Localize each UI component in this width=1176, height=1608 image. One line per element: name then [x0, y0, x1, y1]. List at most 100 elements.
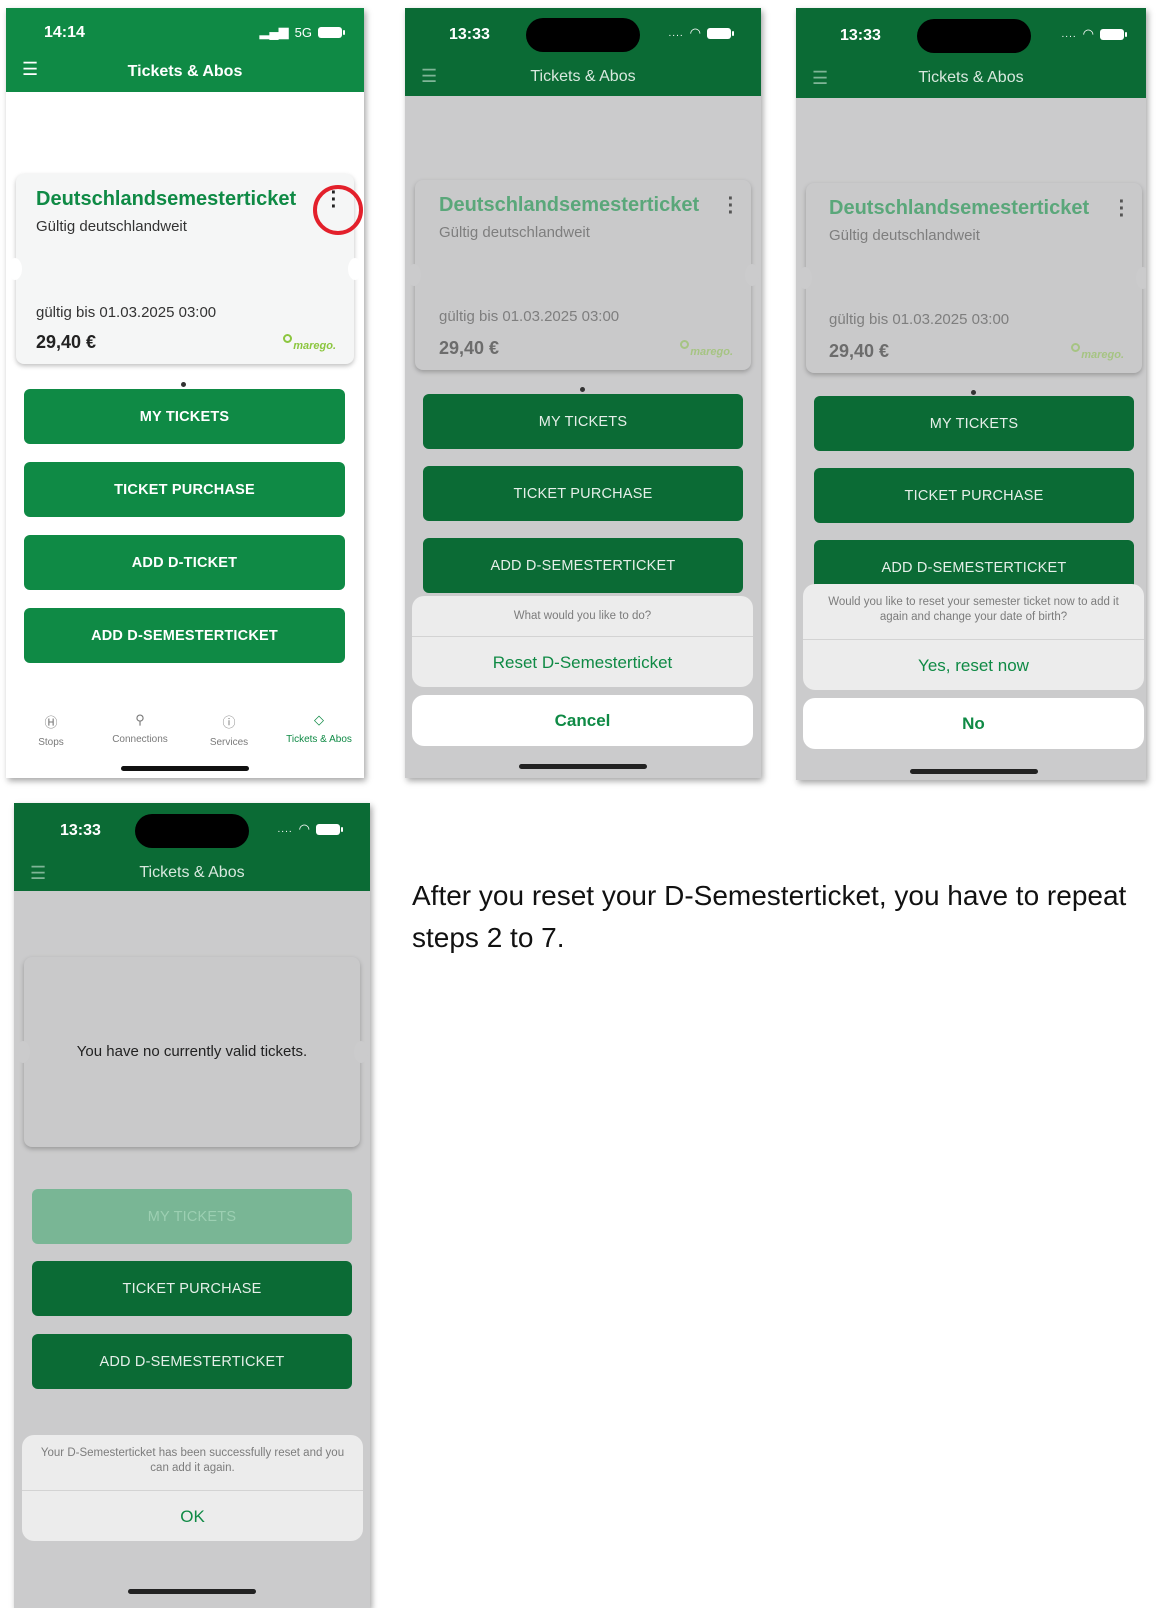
- ticket-name: Deutschlandsemesterticket: [439, 194, 700, 216]
- phone-screen-3: 13:33 .... ◠ ☰ Tickets & Abos Deutschlan…: [796, 8, 1146, 780]
- network-label: 5G: [294, 24, 312, 40]
- status-time: 13:33: [60, 822, 101, 839]
- ticket-valid-until: gültig bis 01.03.2025 03:00: [829, 311, 1010, 328]
- ticket-scope: Gültig deutschlandweit: [439, 224, 590, 241]
- tab-stops[interactable]: Ⓗ Stops: [6, 712, 96, 748]
- ticket-card[interactable]: Deutschlandsemesterticket Gültig deutsch…: [798, 183, 1146, 373]
- ticket-notch-right: [348, 258, 362, 280]
- page-title: Tickets & Abos: [918, 69, 1024, 86]
- marego-logo: marego.: [283, 334, 336, 352]
- confirm-sheet: Would you like to reset your semester ti…: [803, 584, 1144, 690]
- status-time: 13:33: [449, 26, 490, 43]
- home-indicator: [519, 764, 647, 769]
- add-d-semesterticket-button[interactable]: ADD D-SEMESTERTICKET: [32, 1334, 352, 1389]
- page-title: Tickets & Abos: [530, 68, 636, 85]
- battery-icon: [707, 27, 734, 39]
- more-options-icon[interactable]: · · ·: [1116, 192, 1128, 226]
- status-bar: 13:33 .... ◠: [14, 803, 370, 861]
- add-d-semesterticket-button[interactable]: ADD D-SEMESTERTICKET: [423, 538, 743, 593]
- tab-services[interactable]: ⓘ Services: [184, 712, 274, 748]
- ticket-scope: Gültig deutschlandweit: [36, 218, 187, 235]
- ticket-notch-right: [1136, 267, 1146, 289]
- marego-logo: marego.: [680, 340, 733, 358]
- action-sheet: What would you like to do? Reset D-Semes…: [412, 596, 753, 687]
- dynamic-island: [135, 814, 249, 848]
- title-bar: ☰ Tickets & Abos: [796, 60, 1146, 98]
- tab-connections[interactable]: ⚲ Connections: [95, 712, 185, 745]
- wifi-icon: ◠: [1082, 26, 1094, 41]
- page-title: Tickets & Abos: [127, 63, 243, 80]
- empty-ticket-card: You have no currently valid tickets.: [16, 957, 368, 1147]
- status-icons: .... ◠: [1061, 26, 1127, 42]
- tab-bar: Ⓗ Stops ⚲ Connections ⓘ Services ◇ Ticke…: [6, 712, 364, 762]
- ticket-price: 29,40 €: [439, 338, 500, 358]
- ticket-notch-right: [745, 264, 759, 286]
- dynamic-island: [526, 18, 640, 52]
- signal-icon: ....: [277, 823, 293, 835]
- ok-button[interactable]: OK: [22, 1490, 363, 1541]
- status-time: 14:14: [44, 24, 85, 41]
- empty-state-message: You have no currently valid tickets.: [76, 1043, 308, 1060]
- status-bar: 13:33 .... ◠: [796, 8, 1146, 66]
- tab-label: Tickets & Abos: [286, 734, 352, 745]
- yes-reset-button[interactable]: Yes, reset now: [803, 639, 1144, 690]
- battery-icon: [1100, 28, 1127, 40]
- wifi-icon: ◠: [689, 25, 701, 40]
- phone-screen-4: 13:33 .... ◠ ☰ Tickets & Abos You have n…: [14, 803, 370, 1608]
- status-icons: .... ◠: [277, 821, 343, 837]
- ticket-icon: ◇: [314, 712, 324, 727]
- sheet-message: What would you like to do?: [513, 610, 652, 622]
- ticket-card[interactable]: Deutschlandsemesterticket Gültig deutsch…: [407, 180, 759, 370]
- tab-label: Connections: [112, 734, 168, 745]
- sheet-message: Would you like to reset your semester ti…: [828, 596, 1119, 623]
- ticket-purchase-button[interactable]: TICKET PURCHASE: [814, 468, 1134, 523]
- battery-icon: [318, 26, 345, 38]
- cancel-button[interactable]: Cancel: [412, 695, 753, 746]
- pager-dot: [971, 390, 976, 395]
- alert-message: Your D-Semesterticket has been successfu…: [40, 1447, 345, 1474]
- tab-tickets-abos[interactable]: ◇ Tickets & Abos: [274, 712, 364, 745]
- my-tickets-button[interactable]: MY TICKETS: [32, 1189, 352, 1244]
- reset-button[interactable]: Reset D-Semesterticket: [412, 636, 753, 687]
- ticket-card[interactable]: Deutschlandsemesterticket Gültig deutsch…: [8, 174, 362, 364]
- battery-icon: [316, 823, 343, 835]
- phone-screen-1: 14:14 ▂▄▆ 5G ☰ Tickets & Abos Deutschlan…: [6, 8, 364, 778]
- title-bar: ☰ Tickets & Abos: [14, 855, 370, 891]
- title-bar: ☰ Tickets & Abos: [405, 58, 761, 96]
- status-icons: .... ◠: [668, 25, 734, 41]
- ticket-scope: Gültig deutschlandweit: [829, 227, 980, 244]
- tab-label: Stops: [38, 737, 64, 748]
- ticket-purchase-button[interactable]: TICKET PURCHASE: [32, 1261, 352, 1316]
- title-bar: ☰ Tickets & Abos: [6, 52, 364, 92]
- ticket-notch-left: [407, 264, 421, 286]
- my-tickets-button[interactable]: MY TICKETS: [24, 389, 345, 444]
- phone-screen-2: 13:33 .... ◠ ☰ Tickets & Abos Deutschlan…: [405, 8, 761, 778]
- ticket-notch-left: [8, 258, 22, 280]
- page-title: Tickets & Abos: [139, 864, 245, 881]
- ticket-name: Deutschlandsemesterticket: [36, 188, 297, 210]
- connections-icon: ⚲: [135, 712, 145, 727]
- wifi-icon: ◠: [298, 821, 310, 836]
- ticket-notch-left: [798, 267, 812, 289]
- tab-label: Services: [209, 737, 249, 748]
- add-d-ticket-button[interactable]: ADD D-TICKET: [24, 535, 345, 590]
- pager-dot: [580, 387, 585, 392]
- my-tickets-button[interactable]: MY TICKETS: [814, 396, 1134, 451]
- pager-dot: [181, 382, 186, 387]
- no-button[interactable]: No: [803, 698, 1144, 749]
- info-icon: ⓘ: [222, 715, 236, 730]
- ticket-purchase-button[interactable]: TICKET PURCHASE: [423, 466, 743, 521]
- highlight-circle: [313, 185, 363, 235]
- status-time: 13:33: [840, 27, 881, 44]
- signal-icon: ....: [668, 27, 684, 39]
- more-options-icon[interactable]: · · ·: [725, 189, 737, 223]
- stops-icon: Ⓗ: [44, 715, 58, 730]
- my-tickets-button[interactable]: MY TICKETS: [423, 394, 743, 449]
- marego-logo: marego.: [1071, 343, 1124, 361]
- ticket-purchase-button[interactable]: TICKET PURCHASE: [24, 462, 345, 517]
- ticket-valid-until: gültig bis 01.03.2025 03:00: [439, 308, 620, 325]
- add-d-semesterticket-button[interactable]: ADD D-SEMESTERTICKET: [24, 608, 345, 663]
- signal-icon: ....: [1061, 28, 1077, 40]
- dynamic-island: [917, 19, 1031, 53]
- ticket-name: Deutschlandsemesterticket: [829, 197, 1090, 219]
